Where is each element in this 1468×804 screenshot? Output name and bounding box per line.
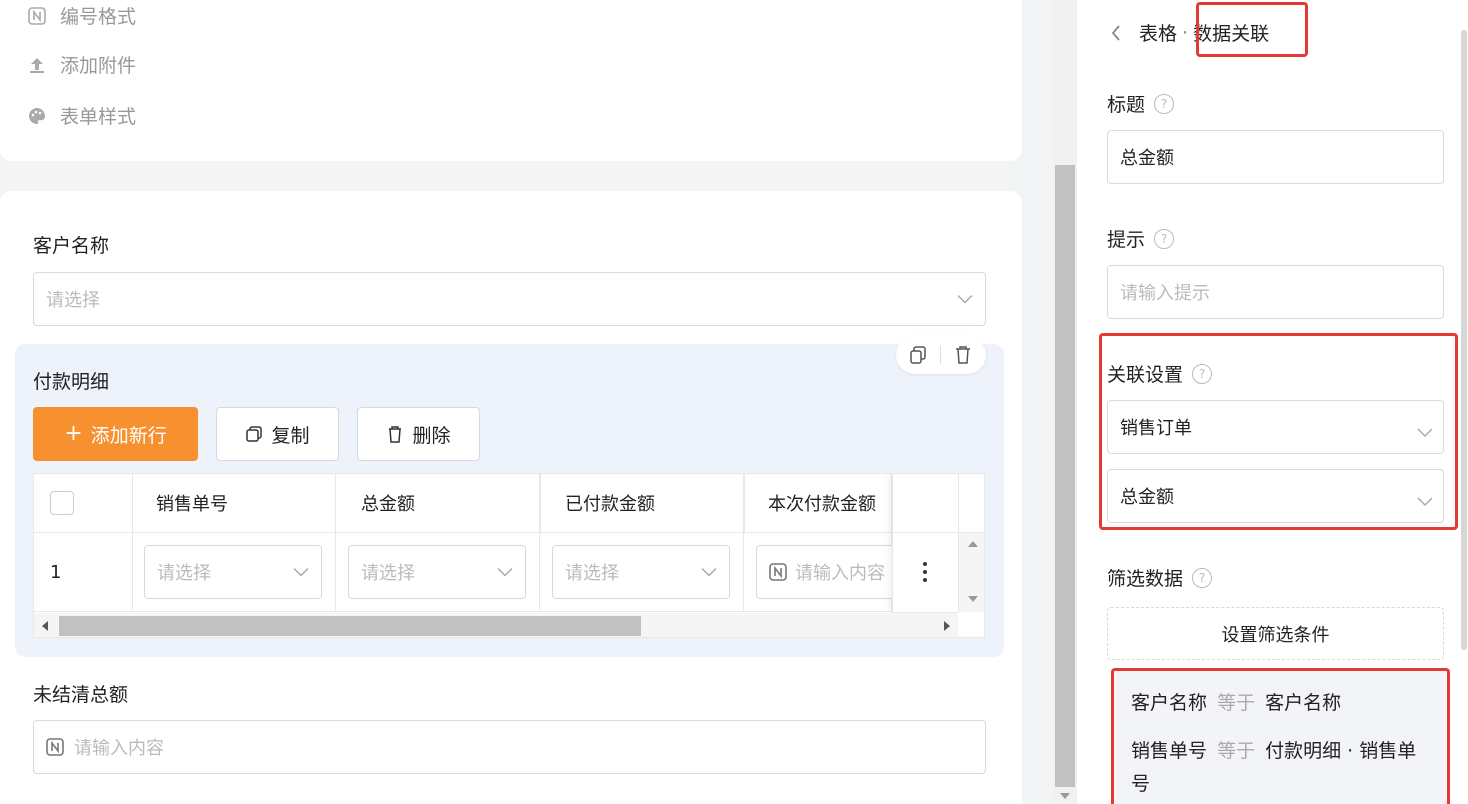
outstanding-placeholder: 请输入内容 (74, 738, 164, 759)
relation-label-text: 关联设置 (1107, 364, 1184, 386)
delete-button[interactable]: 删除 (357, 407, 480, 461)
relation-form-value: 销售订单 (1120, 418, 1192, 439)
set-filter-button[interactable]: 设置筛选条件 (1107, 607, 1444, 660)
menu-item-add-attachment[interactable]: 添加附件 (26, 51, 136, 78)
subtable-grid: 销售单号 总金额 已付款金额 本次付款金额 1 请选择 请选择 请选择 请输入内… (33, 473, 985, 638)
horizontal-scrollbar[interactable] (34, 613, 958, 637)
more-vertical-icon[interactable] (920, 561, 930, 583)
filter-label-text: 筛选数据 (1107, 568, 1184, 590)
highlight-box (1196, 2, 1308, 57)
title-label-text: 标题 (1107, 94, 1146, 116)
divider (940, 346, 941, 364)
palette-icon (26, 106, 48, 126)
chevron-down-icon (1417, 491, 1433, 512)
copy-button[interactable]: 复制 (216, 407, 339, 461)
breadcrumb-parent[interactable]: 表格 (1139, 19, 1177, 46)
highlight-box (1111, 668, 1450, 804)
row-actions-column (892, 474, 958, 612)
menu-item-label: 表单样式 (60, 106, 137, 128)
paid-placeholder: 请选择 (565, 563, 619, 584)
trash-icon (386, 424, 404, 444)
chevron-down-icon (1417, 422, 1433, 443)
total-select[interactable]: 请选择 (348, 545, 526, 599)
relation-form-select[interactable]: 销售订单 (1107, 400, 1444, 454)
row-index: 1 (50, 562, 62, 583)
delete-label: 删除 (412, 424, 451, 447)
customer-select-placeholder: 请选择 (46, 290, 100, 311)
trash-icon[interactable] (953, 344, 973, 371)
copy-icon (245, 425, 263, 443)
relation-field-select[interactable]: 总金额 (1107, 469, 1444, 523)
subtable-title: 付款明细 (33, 371, 110, 393)
form-settings-menu (0, 0, 1022, 161)
number-format-icon (46, 738, 64, 756)
copy-icon[interactable] (908, 345, 928, 370)
hint-input[interactable]: 请输入提示 (1107, 265, 1444, 319)
title-setting-label: 标题 ? (1107, 90, 1175, 117)
panel-scrollbar[interactable] (1460, 0, 1468, 804)
help-icon[interactable]: ? (1192, 363, 1213, 384)
number-format-icon (26, 6, 48, 25)
relation-field-value: 总金额 (1120, 487, 1174, 508)
sales-no-select[interactable]: 请选择 (144, 545, 322, 599)
divider (892, 532, 958, 533)
paid-select[interactable]: 请选择 (552, 545, 730, 599)
outstanding-input[interactable]: 请输入内容 (33, 720, 986, 774)
field-settings-panel: 表格 · 数据关联 标题 ? 总金额 提示 ? 请输入提示 关联设置 ? 销售订… (1077, 0, 1468, 804)
page-scroll-thumb[interactable] (1055, 165, 1075, 787)
help-icon[interactable]: ? (1154, 228, 1175, 249)
vertical-scrollbar[interactable] (959, 533, 984, 612)
upload-icon (26, 55, 48, 75)
menu-item-form-style[interactable]: 表单样式 (26, 102, 136, 129)
filter-setting-label: 筛选数据 ? (1107, 564, 1213, 591)
chevron-down-icon (957, 289, 973, 310)
help-icon[interactable]: ? (1154, 93, 1175, 114)
sales-no-placeholder: 请选择 (157, 563, 211, 584)
add-row-button[interactable]: + 添加新行 (33, 407, 198, 461)
copy-label: 复制 (271, 424, 310, 447)
customer-select[interactable]: 请选择 (33, 272, 986, 326)
page-scrollbar[interactable] (1053, 0, 1077, 804)
chevron-down-icon (497, 562, 513, 583)
plus-icon: + (64, 421, 83, 446)
menu-item-label: 编号格式 (60, 6, 137, 28)
customer-field-label: 客户名称 (33, 235, 110, 257)
horizontal-scroll-thumb[interactable] (59, 616, 641, 636)
outstanding-field-label: 未结清总额 (33, 684, 129, 706)
chevron-down-icon (701, 562, 717, 583)
menu-item-label: 添加附件 (60, 55, 137, 77)
total-placeholder: 请选择 (361, 563, 415, 584)
column-header-sales-no: 销售单号 (156, 474, 336, 532)
title-input-value: 总金额 (1120, 148, 1174, 169)
breadcrumb-separator: · (1182, 21, 1189, 44)
number-format-icon (769, 563, 787, 581)
current-payment-placeholder: 请输入内容 (795, 563, 885, 584)
column-header-total: 总金额 (361, 474, 541, 532)
chevron-down-icon (293, 562, 309, 583)
column-header-paid: 已付款金额 (565, 474, 745, 532)
hint-input-placeholder: 请输入提示 (1120, 283, 1210, 304)
panel-scroll-thumb[interactable] (1461, 30, 1467, 650)
divider (892, 474, 893, 612)
column-header-current: 本次付款金额 (768, 494, 876, 515)
menu-item-number-format[interactable]: 编号格式 (26, 2, 136, 29)
hint-label-text: 提示 (1107, 229, 1146, 251)
relation-setting-label: 关联设置 ? (1107, 360, 1213, 387)
hint-setting-label: 提示 ? (1107, 225, 1175, 252)
select-all-checkbox[interactable] (50, 491, 74, 515)
back-chevron-icon[interactable] (1111, 24, 1121, 41)
help-icon[interactable]: ? (1192, 567, 1213, 588)
set-filter-label: 设置筛选条件 (1221, 624, 1330, 646)
title-input[interactable]: 总金额 (1107, 130, 1444, 184)
add-row-label: 添加新行 (90, 424, 167, 447)
